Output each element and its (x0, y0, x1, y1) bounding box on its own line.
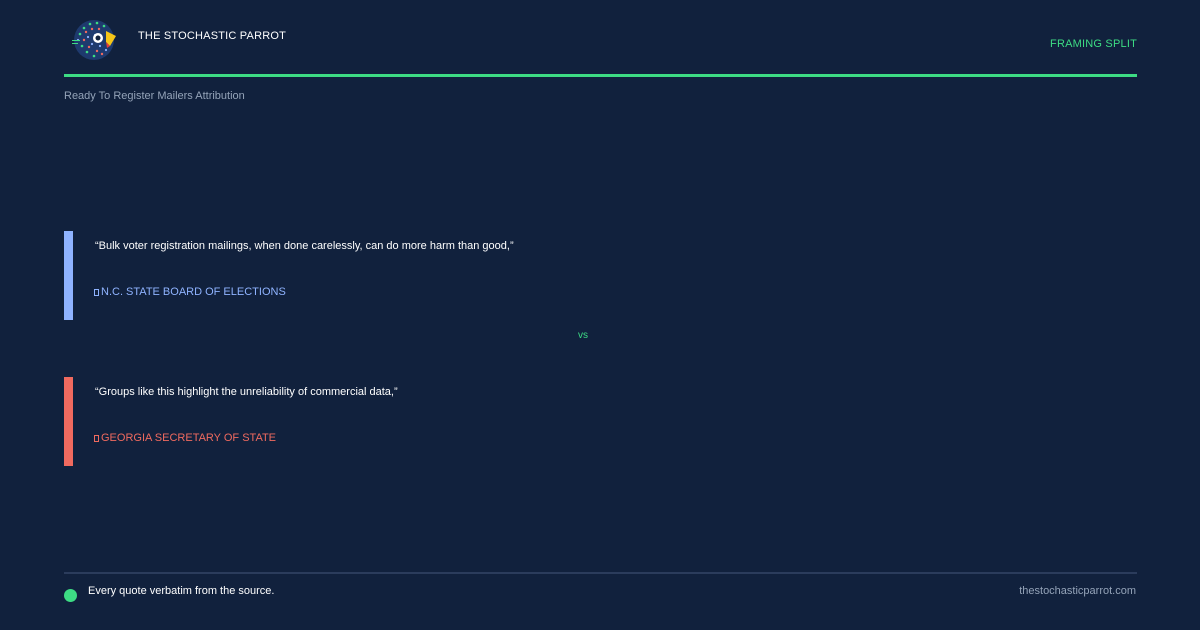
attribution-label: GEORGIA SECRETARY OF STATE (101, 432, 277, 444)
quote-card-1: “Bulk voter registration mailings, when … (64, 231, 964, 320)
quote-attribution: GEORGIA SECRETARY OF STATE (94, 432, 276, 444)
footer-divider (64, 572, 1137, 574)
attribution-label: N.C. STATE BOARD OF ELECTIONS (101, 286, 286, 298)
header: THE STOCHASTIC PARROT FRAMING SPLIT (64, 14, 1137, 62)
site-url: thestochasticparrot.com (1019, 585, 1136, 597)
footer-note: Every quote verbatim from the source. (88, 585, 275, 597)
status-dot-icon (64, 589, 77, 602)
header-divider (64, 74, 1137, 77)
quote-text: “Groups like this highlight the unreliab… (95, 386, 398, 398)
quote-text: “Bulk voter registration mailings, when … (95, 240, 514, 252)
quote-accent-bar (64, 231, 73, 320)
brand-name: THE STOCHASTIC PARROT (138, 30, 287, 42)
quote-card-2: “Groups like this highlight the unreliab… (64, 377, 964, 466)
placeholder-glyph-icon (94, 435, 99, 442)
versus-label: vs (578, 330, 588, 341)
parrot-logo-icon (72, 20, 116, 60)
quote-attribution: N.C. STATE BOARD OF ELECTIONS (94, 286, 286, 298)
framing-tag: FRAMING SPLIT (1050, 38, 1137, 50)
placeholder-glyph-icon (94, 289, 99, 296)
page-subtitle: Ready To Register Mailers Attribution (64, 90, 245, 102)
quote-accent-bar (64, 377, 73, 466)
